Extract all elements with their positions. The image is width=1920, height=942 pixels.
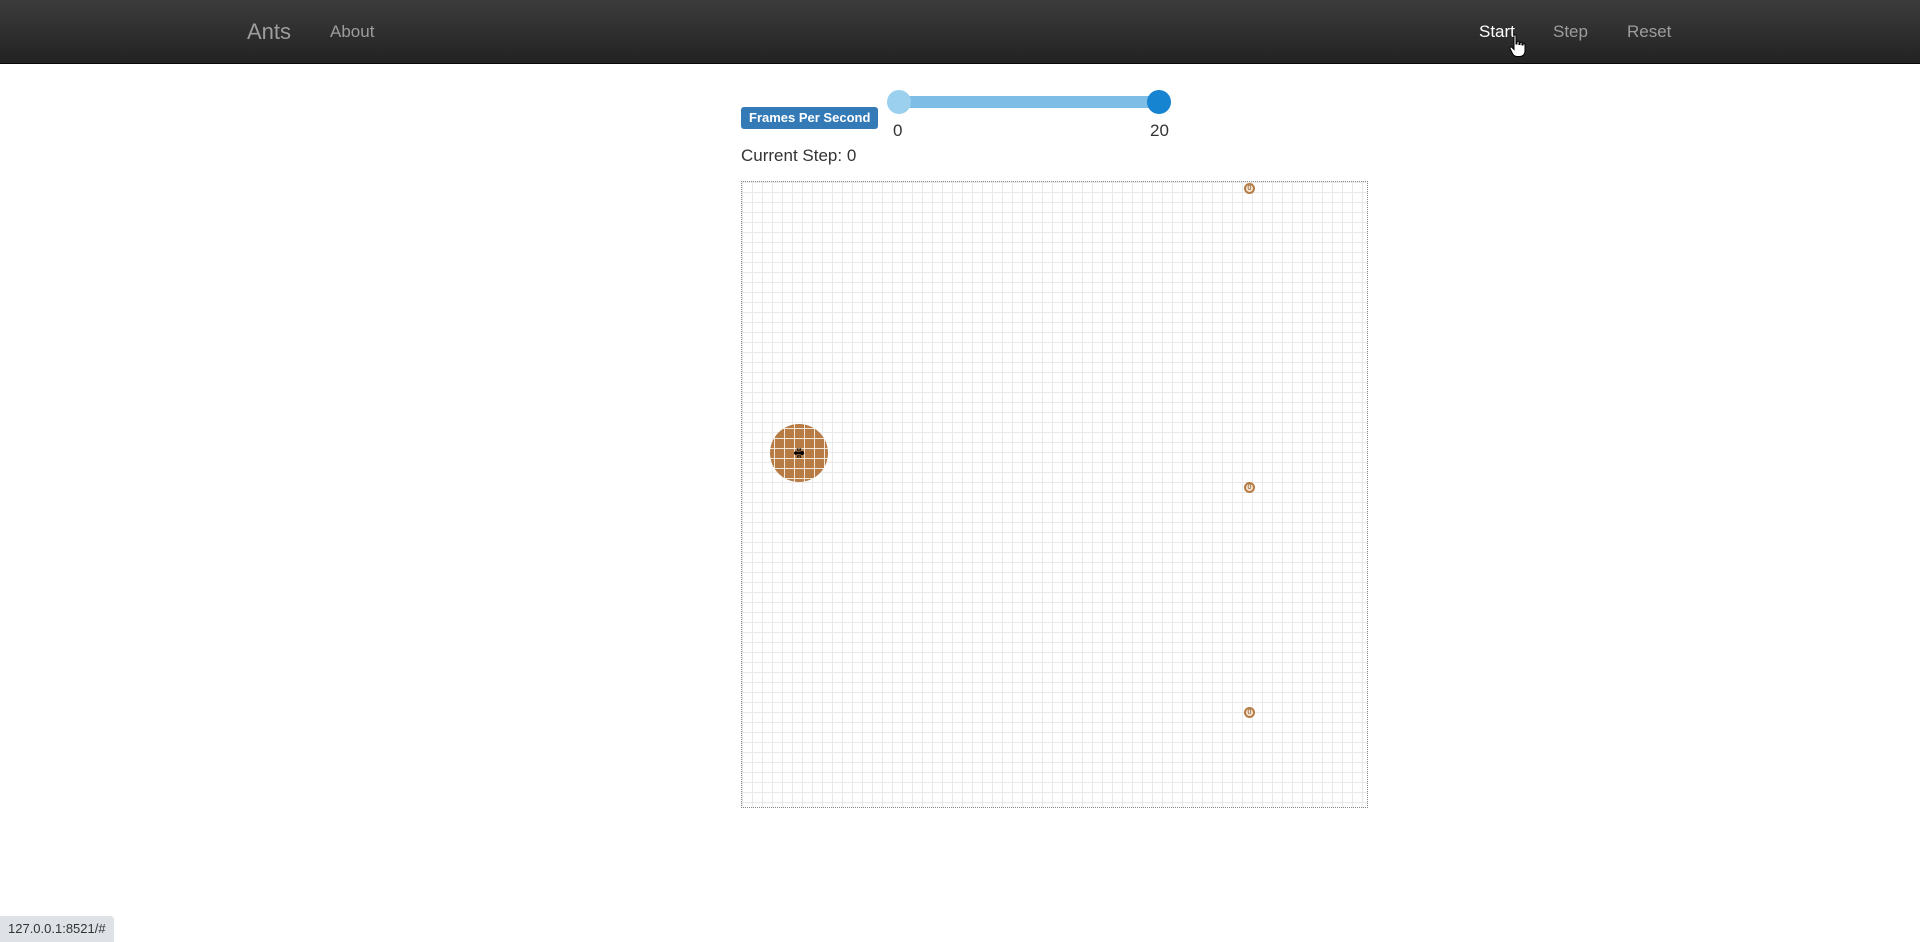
current-step-label: Current Step: 0 <box>741 146 857 165</box>
fps-label: Frames Per Second <box>741 107 879 129</box>
nav-about[interactable]: About <box>330 0 374 64</box>
fps-slider-min-label: 0 <box>893 121 903 140</box>
fps-slider-low-handle[interactable] <box>887 90 911 114</box>
nav-reset-button[interactable]: Reset <box>1627 0 1671 64</box>
food-source: 0 <box>1244 707 1255 718</box>
food-source: 0 <box>1244 482 1255 493</box>
nav-step-button[interactable]: Step <box>1553 0 1588 64</box>
brand-link[interactable]: Ants <box>247 0 291 64</box>
ant-icon <box>794 447 805 459</box>
hand-pointer-icon <box>1509 34 1526 57</box>
fps-slider-track[interactable] <box>898 96 1160 108</box>
simulation-canvas[interactable]: 0 0 0 <box>741 181 1368 808</box>
fps-slider-high-handle[interactable] <box>1147 90 1171 114</box>
fps-slider-max-label: 20 <box>1150 121 1169 140</box>
status-bar-url: 127.0.0.1:8521/# <box>0 916 114 942</box>
navbar: Ants About Start Step Reset <box>0 0 1920 64</box>
food-source: 0 <box>1244 183 1255 194</box>
